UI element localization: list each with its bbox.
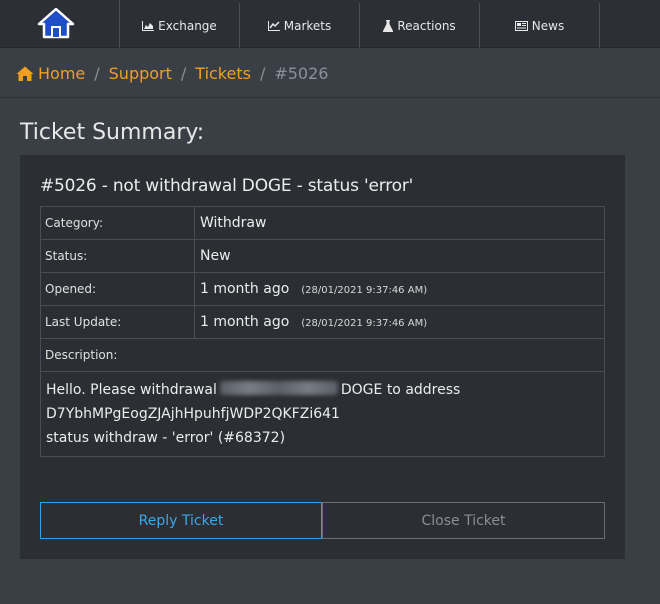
description-label: Description: [40,338,605,372]
close-ticket-button[interactable]: Close Ticket [322,502,605,539]
nav-exchange[interactable]: Exchange [120,3,240,48]
last-update-relative: 1 month ago [200,314,290,330]
category-value-text: Withdraw [200,215,267,231]
category-label: Category: [40,206,195,240]
line-chart-icon [267,20,280,31]
home-icon [16,66,34,81]
last-update-timestamp: (28/01/2021 9:37:46 AM) [301,318,428,329]
home-icon [37,7,75,39]
description-line1-end: DOGE to address [340,382,461,398]
area-chart-icon [142,20,155,31]
nav-markets[interactable]: Markets [240,3,360,48]
ticket-panel: #5026 - not withdrawal DOGE - status 'er… [20,155,625,559]
nav-markets-label: Markets [283,18,332,33]
status-label: Status: [40,239,195,273]
breadcrumb: Home / Support / Tickets / #5026 [0,49,660,98]
breadcrumb-support[interactable]: Support [109,64,172,83]
opened-label: Opened: [40,272,195,306]
page-title: Ticket Summary: [20,120,205,145]
description-status-line: status withdraw - 'error' (#68372) [46,430,286,446]
redacted-amount [219,381,338,395]
category-value: Withdraw [194,206,605,240]
table-row: Category: Withdraw [40,206,605,240]
table-row: Status: New [40,239,605,273]
table-row: Description: [40,338,605,372]
opened-relative: 1 month ago [200,281,290,297]
description-address: D7YbhMPgEogZJAjhHpuhfjWDP2QKFZi641 [46,406,340,422]
description-body: Hello. Please withdrawal DOGE to address … [40,371,605,457]
flask-icon [383,19,394,32]
opened-timestamp: (28/01/2021 9:37:46 AM) [301,285,428,296]
description-line1-start: Hello. Please withdrawal [46,382,217,398]
breadcrumb-separator: / [94,63,100,83]
newspaper-icon [514,20,528,31]
last-update-value: 1 month ago (28/01/2021 9:37:46 AM) [194,305,605,339]
reply-ticket-button[interactable]: Reply Ticket [40,502,322,539]
table-row: Opened: 1 month ago (28/01/2021 9:37:46 A… [40,272,605,306]
breadcrumb-tickets[interactable]: Tickets [195,64,251,83]
breadcrumb-home-label: Home [38,63,86,83]
table-row: Hello. Please withdrawal DOGE to address … [40,371,605,457]
ticket-heading: #5026 - not withdrawal DOGE - status 'er… [40,176,414,196]
ticket-details-table: Category: Withdraw Status: New Opened: 1… [40,206,605,457]
nav-reactions[interactable]: Reactions [360,3,480,48]
status-value-text: New [200,248,231,264]
breadcrumb-current: #5026 [274,63,329,83]
breadcrumb-home[interactable]: Home [16,64,85,83]
last-update-label: Last Update: [40,305,195,339]
table-row: Last Update: 1 month ago (28/01/2021 9:37… [40,305,605,339]
top-navbar: Exchange Markets Reactions News [0,0,660,48]
nav-exchange-label: Exchange [158,18,217,33]
home-logo-button[interactable] [0,0,120,48]
breadcrumb-separator: / [180,63,187,83]
breadcrumb-separator: / [259,63,266,83]
opened-value: 1 month ago (28/01/2021 9:37:46 AM) [194,272,605,306]
nav-reactions-label: Reactions [397,18,456,33]
nav-news[interactable]: News [480,3,600,48]
nav-news-label: News [531,18,565,33]
status-value: New [194,239,605,273]
